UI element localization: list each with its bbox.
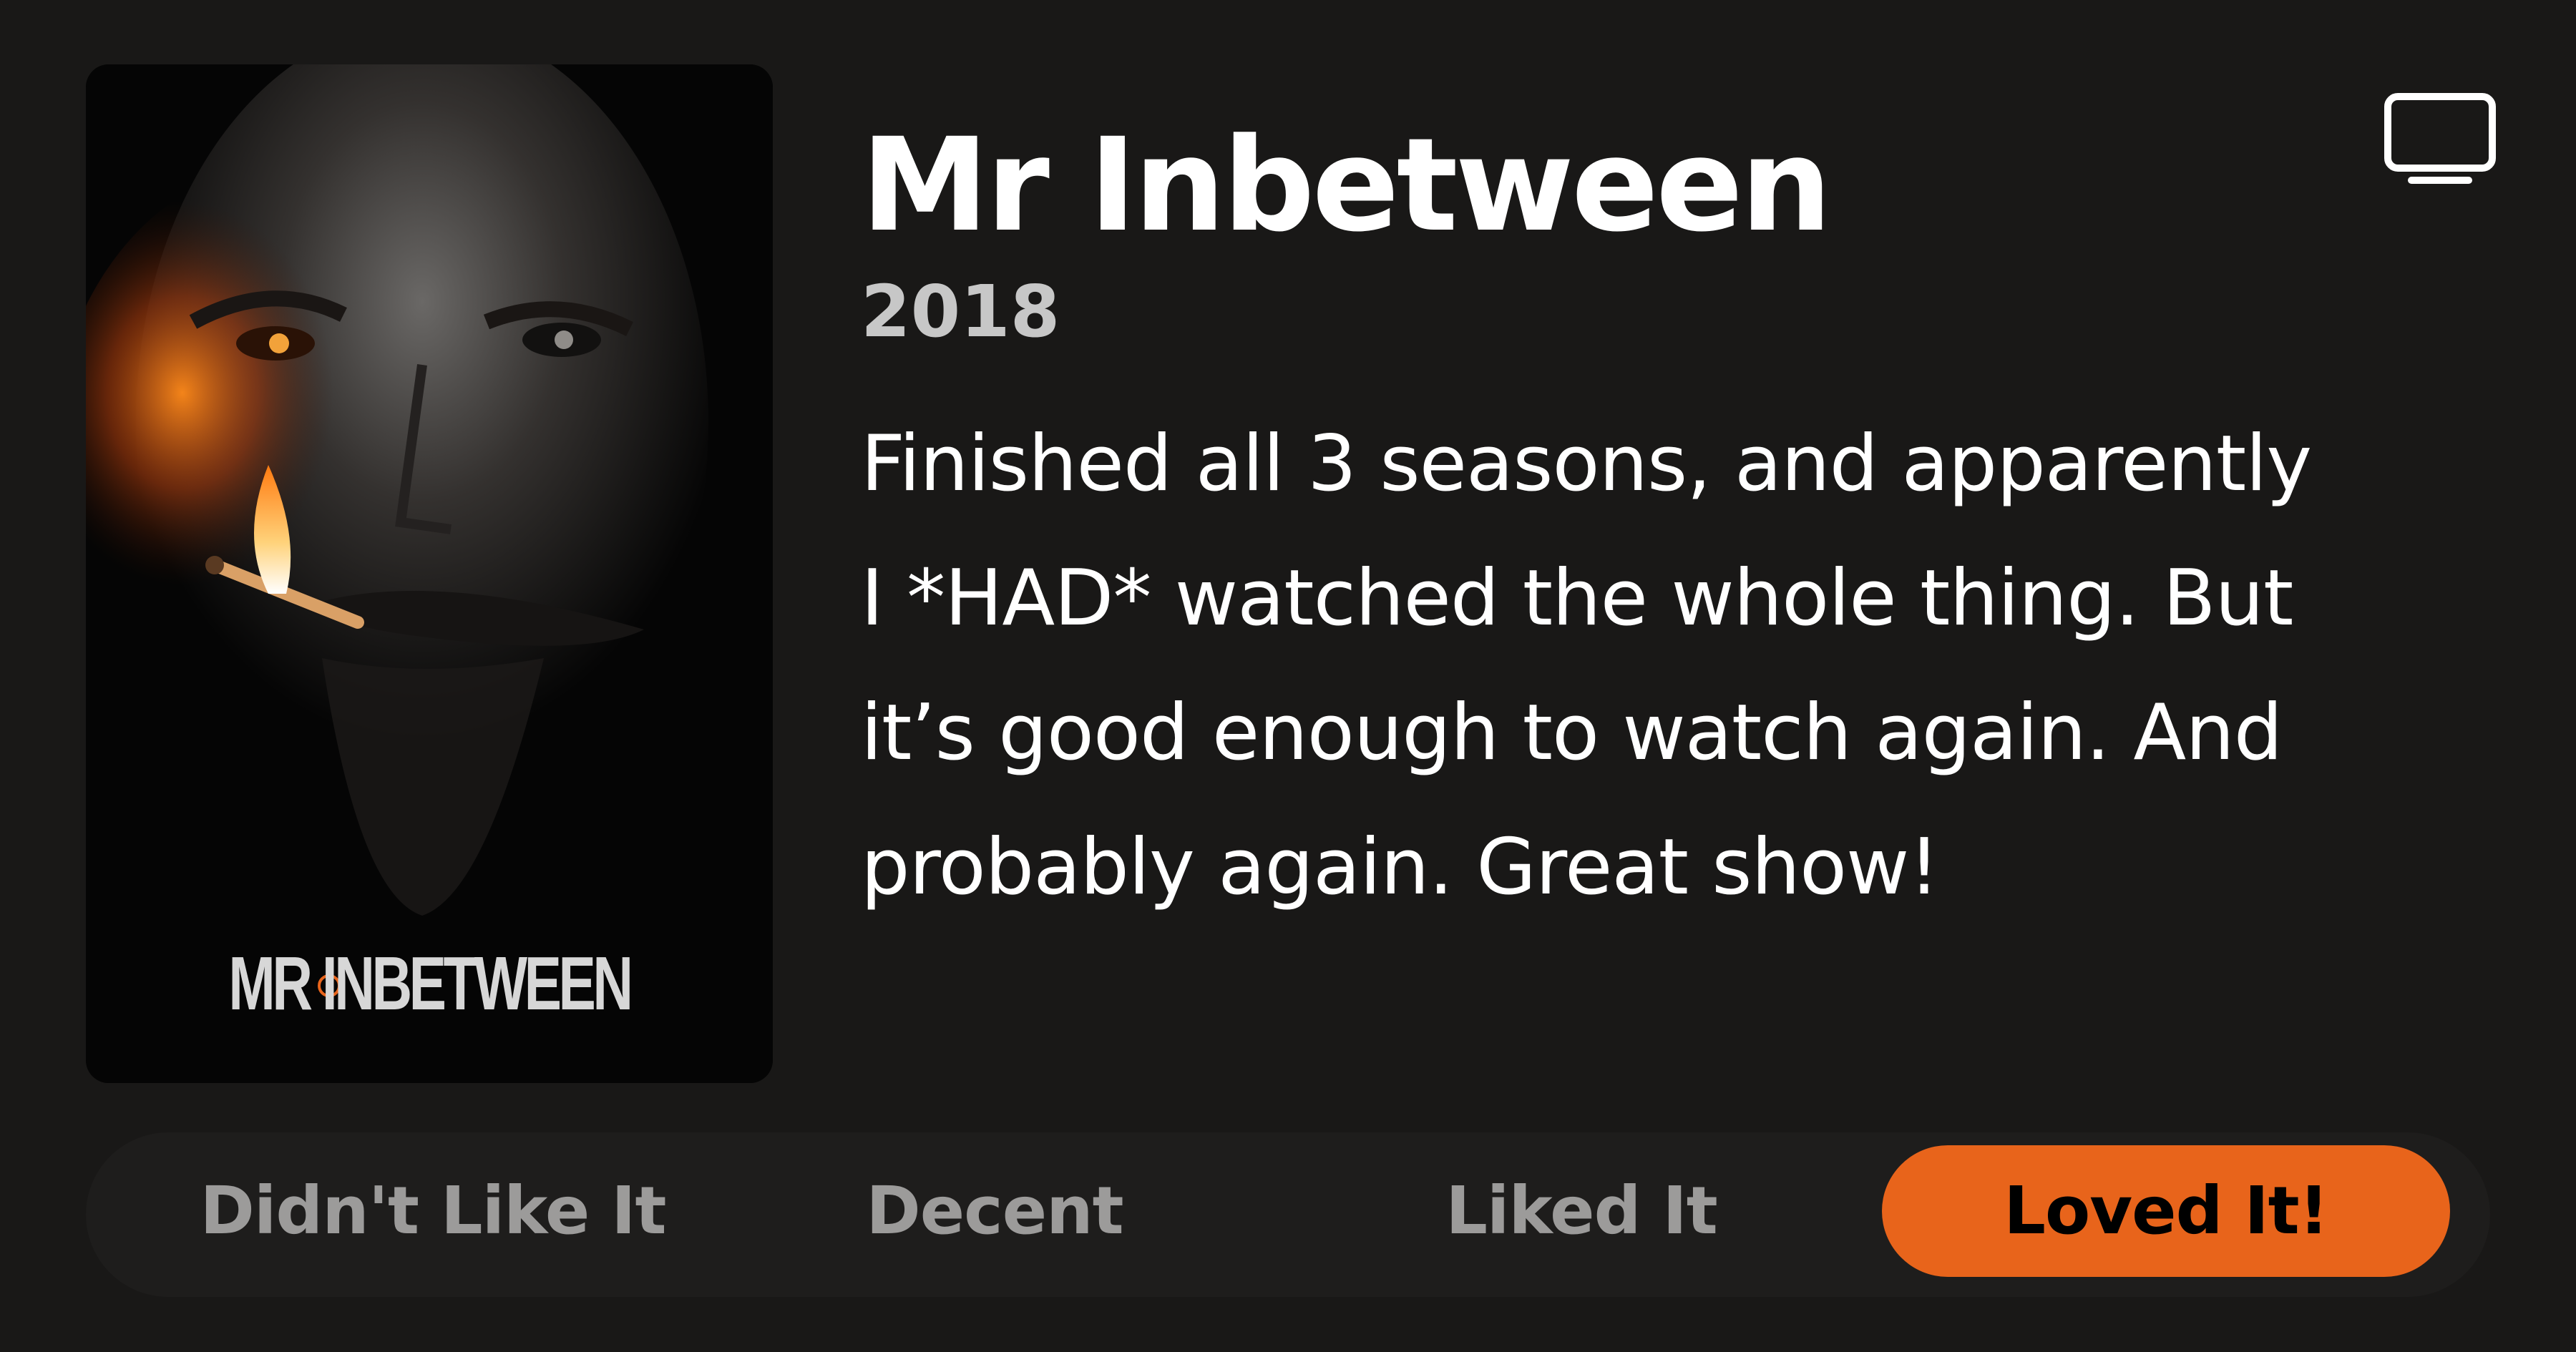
- tv-icon: [2383, 92, 2497, 186]
- review-line: it’s good enough to watch again. And: [861, 688, 2283, 778]
- release-year: 2018: [861, 270, 1060, 353]
- show-poster: MR INBETWEEN: [86, 64, 773, 1083]
- review-line: I *HAD* watched the whole thing. But: [861, 554, 2293, 643]
- review-text: Finished all 3 seasons, and apparently I…: [861, 397, 2521, 935]
- show-title: Mr Inbetween: [861, 111, 1832, 260]
- rating-liked-it-button[interactable]: Liked It: [1295, 1145, 1868, 1277]
- rating-selector: Didn't Like It Decent Liked It Loved It!: [86, 1132, 2490, 1297]
- rating-decent-button[interactable]: Decent: [708, 1145, 1281, 1277]
- rating-loved-it-button[interactable]: Loved It!: [1882, 1145, 2450, 1277]
- rating-didnt-like-it-button[interactable]: Didn't Like It: [150, 1145, 716, 1277]
- review-line: probably again. Great show!: [861, 823, 1940, 912]
- poster-art: [86, 64, 773, 1083]
- poster-logo: MR INBETWEEN: [228, 941, 633, 1026]
- review-line: Finished all 3 seasons, and apparently: [861, 419, 2312, 509]
